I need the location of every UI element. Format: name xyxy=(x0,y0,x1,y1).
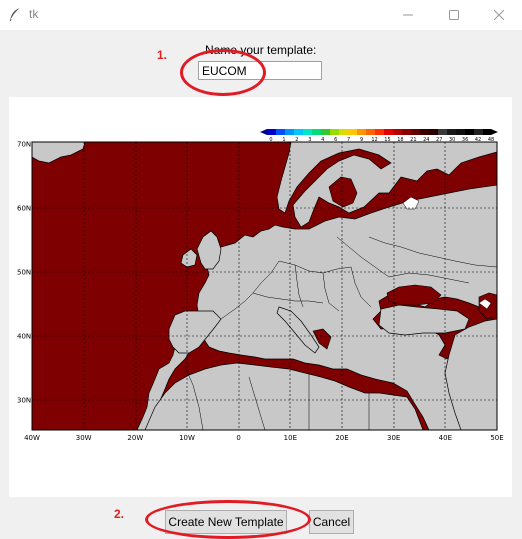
template-name-input[interactable] xyxy=(198,61,322,80)
latitude-label: 30N xyxy=(17,397,31,405)
close-icon xyxy=(494,10,504,20)
latitude-labels: 70N 60N 50N 40N 30N xyxy=(17,141,31,405)
minimize-button[interactable] xyxy=(385,0,431,30)
longitude-label: 40E xyxy=(439,434,452,442)
longitude-label: 40W xyxy=(24,434,40,442)
cancel-button[interactable]: Cancel xyxy=(309,510,354,534)
latitude-label: 40N xyxy=(17,333,31,341)
map-plot xyxy=(31,141,498,431)
longitude-labels: 40W 30W 20W 10W 0 10E 20E 30E 40E 50E xyxy=(24,434,504,442)
feather-icon xyxy=(10,7,21,21)
maximize-button[interactable] xyxy=(431,0,477,30)
longitude-label: 0 xyxy=(236,434,240,442)
latitude-label: 50N xyxy=(17,269,31,277)
longitude-label: 50E xyxy=(490,434,503,442)
create-template-button[interactable]: Create New Template xyxy=(165,510,287,534)
maximize-icon xyxy=(449,10,459,20)
step-2-annotation: 2. xyxy=(114,507,125,521)
longitude-label: 30W xyxy=(76,434,92,442)
map-preview: 0 1 2 3 4 6 7 9 12 15 18 21 24 27 30 36 42 48 xyxy=(9,97,512,497)
latitude-label: 60N xyxy=(17,205,31,213)
longitude-label: 10E xyxy=(284,434,297,442)
minimize-icon xyxy=(403,14,413,16)
template-name-label: Name your template: xyxy=(205,43,317,57)
longitude-label: 20E xyxy=(335,434,348,442)
longitude-label: 10W xyxy=(179,434,195,442)
close-button[interactable] xyxy=(476,0,522,30)
title-bar: tk xyxy=(0,0,522,30)
colorbar-right-arrow xyxy=(491,129,498,135)
colorbar-left-arrow xyxy=(260,129,267,135)
step-1-annotation: 1. xyxy=(157,48,168,62)
window-title: tk xyxy=(29,7,39,21)
longitude-label: 20W xyxy=(127,434,143,442)
longitude-label: 30E xyxy=(387,434,400,442)
colorbar: 0 1 2 3 4 6 7 9 12 15 18 21 24 27 30 36 42 48 xyxy=(260,129,498,143)
latitude-label: 70N xyxy=(17,141,31,149)
map-canvas: 0 1 2 3 4 6 7 9 12 15 18 21 24 27 30 36 42 48 xyxy=(17,129,504,442)
